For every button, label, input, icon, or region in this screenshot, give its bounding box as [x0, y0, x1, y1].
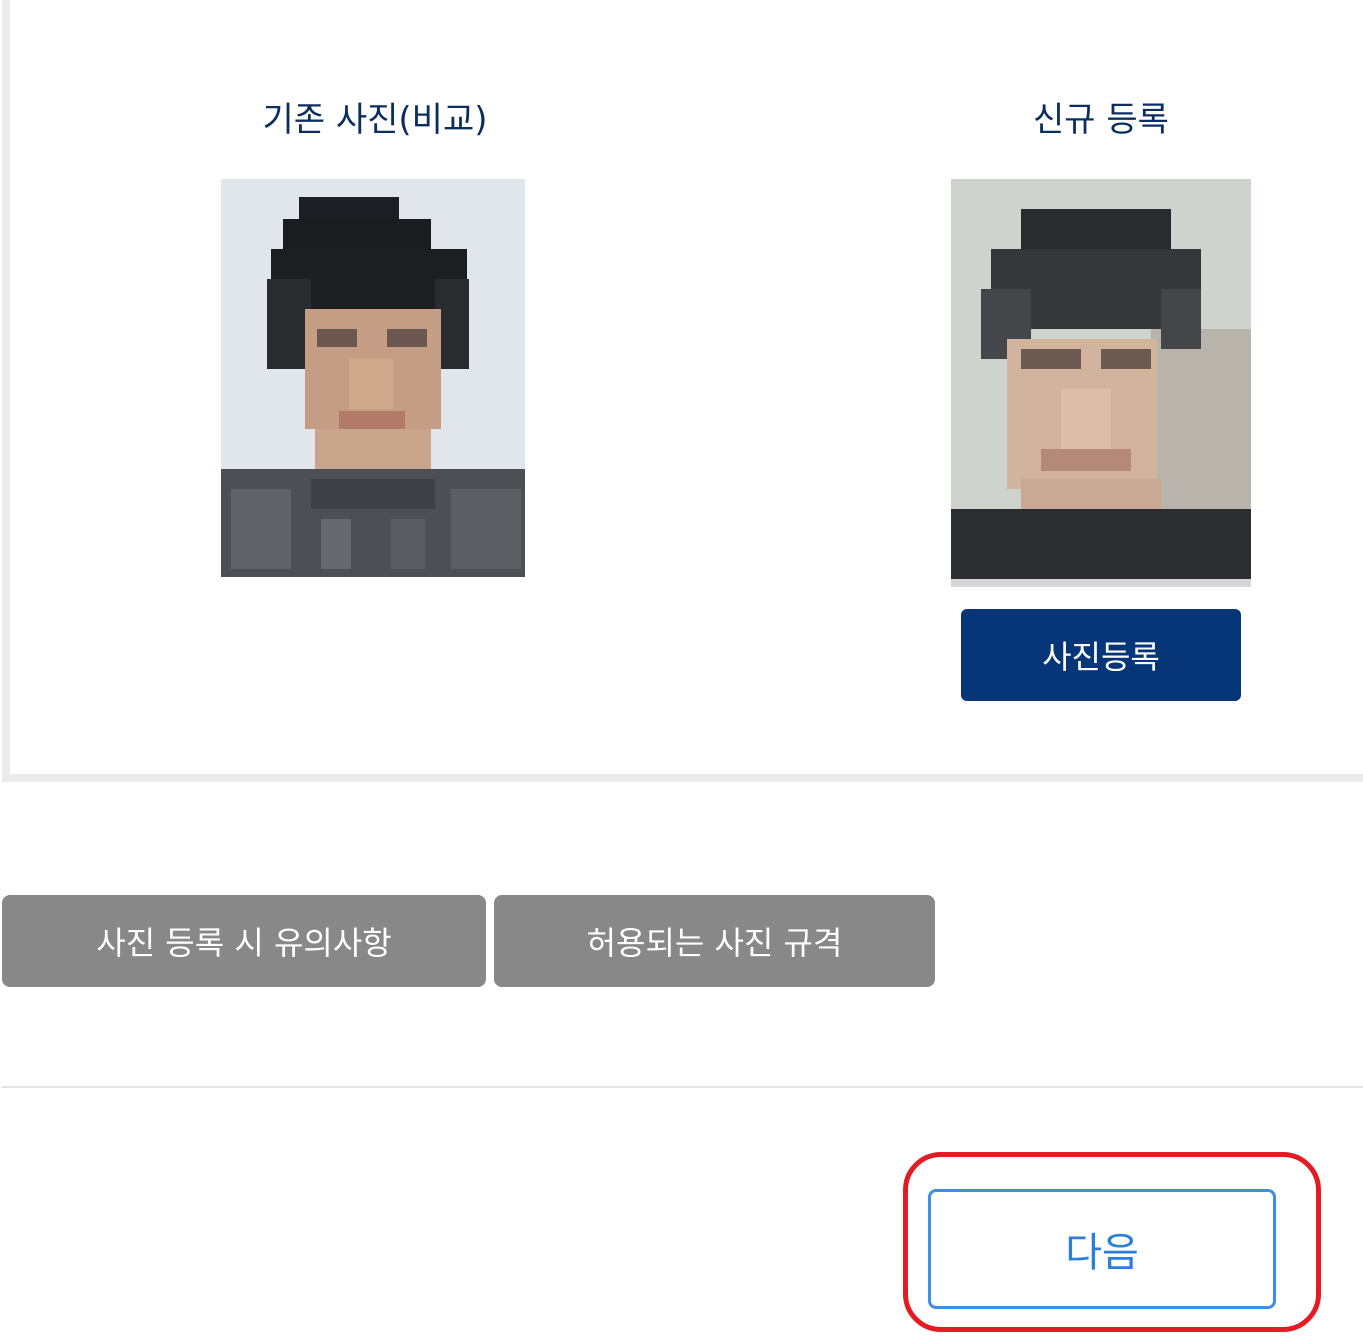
- new-photo-title: 신규 등록: [1033, 100, 1169, 140]
- register-photo-button[interactable]: 사진등록: [961, 609, 1241, 701]
- next-button[interactable]: 다음: [928, 1189, 1276, 1309]
- existing-photo-title: 기존 사진(비교): [262, 100, 488, 140]
- photo-notice-button[interactable]: 사진 등록 시 유의사항: [2, 895, 486, 987]
- existing-photo: [221, 179, 525, 577]
- new-photo: [951, 179, 1251, 587]
- allowed-spec-button[interactable]: 허용되는 사진 규격: [494, 895, 935, 987]
- section-divider: [2, 1086, 1363, 1088]
